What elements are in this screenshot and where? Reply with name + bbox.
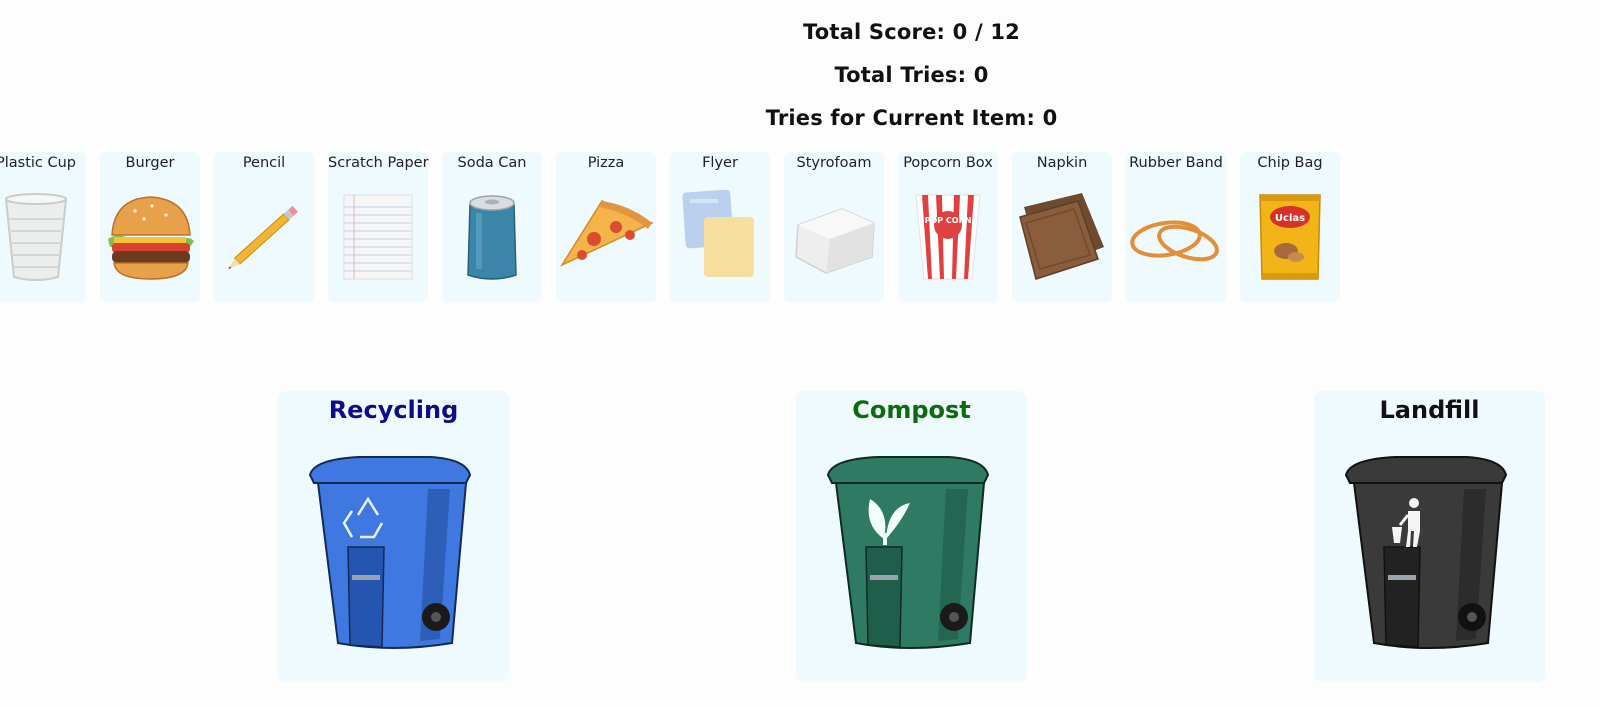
rubber-band-icon — [1130, 220, 1219, 262]
item-label: Flyer — [702, 155, 738, 171]
compost-bin-title: Compost — [852, 396, 971, 424]
item-flyer[interactable]: Flyer — [670, 152, 770, 302]
item-burger[interactable]: Burger — [100, 152, 200, 302]
item-rubber-band[interactable]: Rubber Band — [1126, 152, 1226, 302]
compost-cart-icon — [826, 456, 990, 649]
item-pencil[interactable]: Pencil — [214, 152, 314, 302]
item-plastic-cup[interactable]: Plastic Cup — [0, 152, 86, 302]
item-label: Scratch Paper — [328, 155, 429, 171]
item-soda-can[interactable]: Soda Can — [442, 152, 542, 302]
recycling-bin-title: Recycling — [328, 396, 459, 424]
recycling-bin[interactable]: Recycling — [278, 391, 509, 682]
item-label: Pizza — [587, 155, 625, 171]
item-label: Pencil — [242, 155, 286, 171]
item-scratch-paper[interactable]: Scratch Paper — [328, 152, 429, 302]
item-label: Plastic Cup — [0, 155, 77, 171]
item-label: Styrofoam — [796, 155, 872, 171]
total-score: Total Score: 0 / 12 — [803, 20, 1020, 44]
item-label: Popcorn Box — [903, 155, 993, 171]
item-label: Chip Bag — [1257, 155, 1323, 171]
item-napkin[interactable]: Napkin — [1012, 152, 1112, 302]
current-item-tries: Tries for Current Item: 0 — [765, 106, 1058, 130]
item-label: Rubber Band — [1129, 155, 1223, 171]
chip-bag-icon: Uclas — [1259, 194, 1321, 280]
popcorn-brand-text: POP CORN — [925, 216, 972, 225]
item-tray: Plastic Cup Burger Pencil Scratch Paper … — [0, 152, 1340, 302]
landfill-cart-icon — [1344, 456, 1508, 649]
item-label: Burger — [125, 155, 175, 171]
compost-bin[interactable]: Compost — [796, 391, 1027, 682]
landfill-bin[interactable]: Landfill — [1314, 391, 1545, 682]
item-label: Napkin — [1036, 155, 1088, 171]
styrofoam-icon — [795, 208, 875, 274]
item-pizza[interactable]: Pizza — [556, 152, 656, 302]
pencil-icon — [228, 205, 298, 270]
chip-brand-text: Uclas — [1275, 213, 1305, 224]
flyer-icon — [682, 189, 754, 277]
landfill-bin-title: Landfill — [1379, 396, 1480, 424]
pizza-icon — [560, 200, 654, 267]
item-chip-bag[interactable]: Chip Bag Uclas — [1240, 152, 1340, 302]
scratch-paper-icon — [343, 194, 413, 280]
item-label: Soda Can — [457, 155, 527, 171]
item-styrofoam[interactable]: Styrofoam — [784, 152, 884, 302]
soda-can-icon — [467, 195, 517, 280]
burger-icon — [108, 196, 194, 280]
plastic-cup-icon — [4, 193, 68, 281]
item-popcorn-box[interactable]: Popcorn Box POP CORN — [898, 152, 998, 302]
total-tries: Total Tries: 0 — [834, 63, 989, 87]
recycling-cart-icon — [308, 456, 472, 649]
napkin-icon — [1019, 193, 1104, 280]
popcorn-box-icon: POP CORN — [915, 194, 981, 280]
